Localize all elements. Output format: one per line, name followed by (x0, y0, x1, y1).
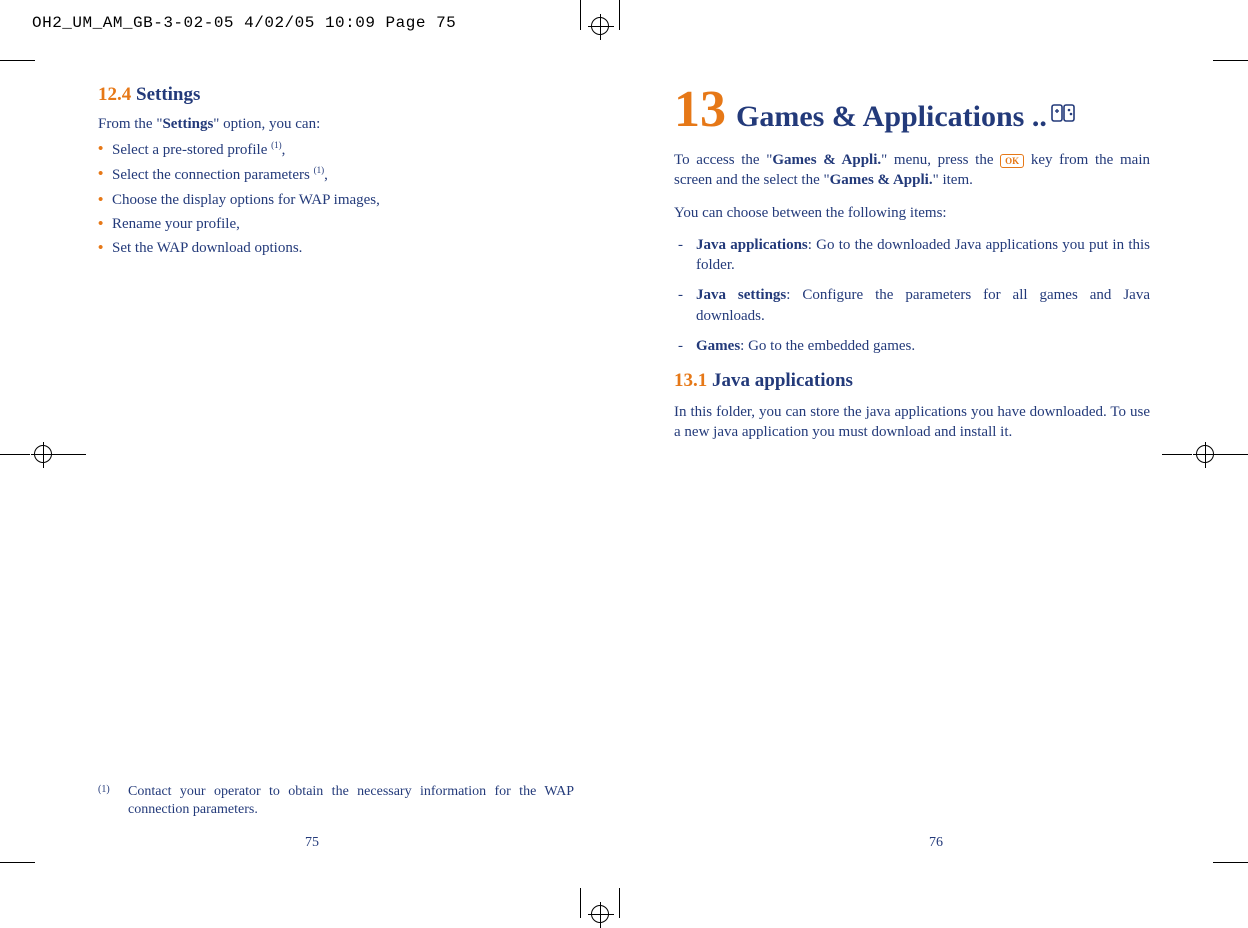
list-item: Games: Go to the embedded games. (674, 336, 1150, 356)
list-item: Select a pre-stored profile (1), (98, 139, 574, 160)
subsection-heading: 13.1 Java applications (674, 370, 1150, 392)
body-text: In this folder, you can store the java a… (674, 402, 1150, 443)
list-item: Java settings: Configure the parameters … (674, 285, 1150, 326)
page-spread: 12.4 Settings From the "Settings" option… (0, 84, 1248, 863)
footnote: (1) Contact your operator to obtain the … (98, 783, 574, 819)
page-76: 13 Games & Applications .. To access the… (624, 84, 1248, 863)
subsection-number: 13.1 (674, 370, 707, 391)
body-text: To access the "Games & Appli." menu, pre… (674, 150, 1150, 191)
items-list: Java applications: Go to the downloaded … (674, 235, 1150, 356)
section-heading: 12.4 Settings (98, 84, 574, 106)
section-number: 12.4 (98, 84, 131, 105)
settings-bullet-list: Select a pre-stored profile (1), Select … (98, 139, 574, 258)
footnote-text: Contact your operator to obtain the nece… (128, 783, 574, 819)
chapter-number: 13 (674, 84, 726, 136)
section-title: Settings (136, 84, 200, 105)
body-text: You can choose between the following ite… (674, 203, 1150, 223)
page-number: 76 (624, 835, 1248, 851)
list-item: Select the connection parameters (1), (98, 164, 574, 185)
trim-line (0, 60, 35, 61)
list-item: Java applications: Go to the downloaded … (674, 235, 1150, 276)
subsection-title: Java applications (712, 370, 853, 391)
list-item: Choose the display options for WAP image… (98, 190, 574, 210)
page-number: 75 (0, 835, 624, 851)
games-icon (1051, 100, 1077, 134)
chapter-title: Games & Applications .. (736, 100, 1150, 134)
intro-text: From the "Settings" option, you can: (98, 116, 574, 133)
page-75: 12.4 Settings From the "Settings" option… (0, 84, 624, 863)
trim-line (1213, 60, 1248, 61)
list-item: Rename your profile, (98, 214, 574, 234)
print-slug: OH2_UM_AM_GB-3-02-05 4/02/05 10:09 Page … (32, 14, 456, 32)
registration-mark-top (580, 0, 620, 35)
ok-key-icon: OK (1000, 154, 1024, 168)
footnote-mark: (1) (98, 783, 128, 819)
chapter-heading: 13 Games & Applications .. (674, 84, 1150, 136)
list-item: Set the WAP download options. (98, 238, 574, 258)
registration-mark-bottom (580, 888, 620, 923)
